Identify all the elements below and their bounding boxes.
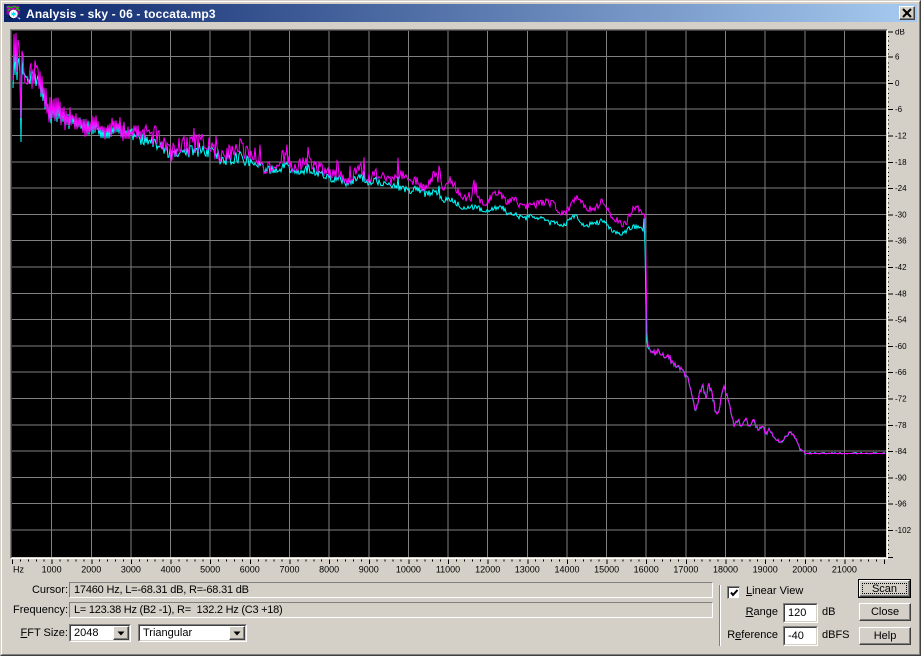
svg-text:7000: 7000 bbox=[279, 565, 299, 575]
svg-text:Hz: Hz bbox=[13, 565, 24, 575]
svg-text:-12: -12 bbox=[895, 132, 907, 141]
svg-text:-54: -54 bbox=[895, 316, 907, 325]
svg-text:-6: -6 bbox=[895, 105, 903, 114]
svg-text:-18: -18 bbox=[895, 158, 907, 167]
svg-text:18000: 18000 bbox=[713, 565, 738, 575]
svg-text:-42: -42 bbox=[895, 263, 907, 272]
svg-text:2000: 2000 bbox=[81, 565, 101, 575]
svg-text:3000: 3000 bbox=[121, 565, 141, 575]
svg-text:9000: 9000 bbox=[359, 565, 379, 575]
svg-text:dB: dB bbox=[895, 29, 905, 37]
svg-text:-66: -66 bbox=[895, 368, 907, 377]
svg-text:14000: 14000 bbox=[554, 565, 579, 575]
svg-text:0: 0 bbox=[895, 79, 900, 88]
svg-text:-90: -90 bbox=[895, 473, 907, 482]
svg-text:8000: 8000 bbox=[319, 565, 339, 575]
svg-text:-96: -96 bbox=[895, 500, 907, 509]
svg-text:-24: -24 bbox=[895, 184, 907, 193]
svg-text:6: 6 bbox=[895, 53, 900, 62]
svg-text:12000: 12000 bbox=[475, 565, 500, 575]
svg-text:-48: -48 bbox=[895, 289, 907, 298]
svg-text:-36: -36 bbox=[895, 237, 907, 246]
svg-text:13000: 13000 bbox=[515, 565, 540, 575]
svg-text:19000: 19000 bbox=[753, 565, 778, 575]
svg-text:10000: 10000 bbox=[396, 565, 421, 575]
svg-text:-72: -72 bbox=[895, 395, 907, 404]
svg-text:-84: -84 bbox=[895, 447, 907, 456]
svg-text:11000: 11000 bbox=[436, 565, 460, 575]
svg-text:17000: 17000 bbox=[673, 565, 698, 575]
svg-text:-102: -102 bbox=[895, 526, 912, 535]
svg-text:21000: 21000 bbox=[832, 565, 857, 575]
svg-text:5000: 5000 bbox=[200, 565, 220, 575]
svg-text:-30: -30 bbox=[895, 210, 907, 219]
svg-text:-60: -60 bbox=[895, 342, 907, 351]
svg-text:20000: 20000 bbox=[792, 565, 817, 575]
svg-text:6000: 6000 bbox=[240, 565, 260, 575]
svg-text:4000: 4000 bbox=[161, 565, 181, 575]
svg-text:-78: -78 bbox=[895, 421, 907, 430]
svg-text:1000: 1000 bbox=[42, 565, 62, 575]
svg-text:16000: 16000 bbox=[634, 565, 659, 575]
svg-text:15000: 15000 bbox=[594, 565, 619, 575]
